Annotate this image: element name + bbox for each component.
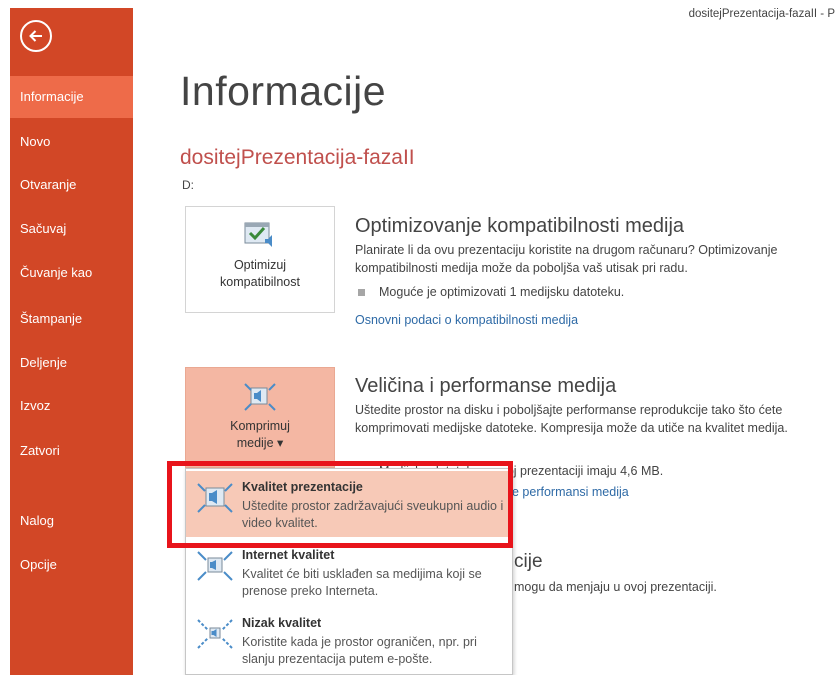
media-compress-icon — [244, 383, 276, 411]
compress-button-label-1: Komprimuj — [230, 419, 290, 433]
window-title: dositejPrezentacija-fazaII - P — [688, 8, 835, 20]
size-section-description: Uštedite prostor na disku i poboljšajte … — [355, 403, 788, 435]
option-description: Kvalitet će biti usklađen sa medijima ko… — [242, 567, 482, 598]
optimize-compatibility-button[interactable]: Optimizuj kompatibilnost — [185, 206, 335, 313]
optimize-help-link[interactable]: Osnovni podaci o kompatibilnosti medija — [355, 313, 578, 327]
document-name: dositejPrezentacija-fazaII — [180, 146, 415, 169]
optimize-button-label-2: kompatibilnost — [220, 275, 300, 289]
highlight-box — [167, 461, 513, 548]
option-title: Nizak kvalitet — [242, 616, 322, 630]
document-path: D: — [182, 178, 194, 192]
nav-otvaranje[interactable]: Otvaranje — [10, 164, 133, 206]
nav-opcije[interactable]: Opcije — [10, 544, 133, 586]
option-internet-quality[interactable]: Internet kvalitet Kvalitet će biti uskla… — [186, 539, 512, 605]
back-arrow-icon — [29, 30, 42, 42]
optimize-section-description: Planirate li da ovu prezentaciju koristi… — [355, 243, 778, 275]
nav-nalog[interactable]: Nalog — [10, 500, 133, 542]
optimize-button-label-1: Optimizuj — [233, 258, 287, 272]
nav-zatvori[interactable]: Zatvori — [10, 430, 133, 472]
internet-quality-icon — [197, 551, 233, 581]
nav-stampanje[interactable]: Štampanje — [10, 298, 133, 340]
size-help-link[interactable]: e performansi medija — [512, 485, 629, 499]
back-button[interactable] — [20, 20, 52, 52]
nav-informacije[interactable]: Informacije — [10, 76, 133, 118]
page-title: Informacije — [180, 68, 387, 114]
nav-izvoz[interactable]: Izvoz — [10, 385, 133, 427]
size-section-title: Veličina i performanse medija — [355, 375, 617, 397]
media-optimize-icon — [244, 222, 272, 247]
option-title: Internet kvalitet — [242, 548, 335, 562]
option-low-quality[interactable]: Nizak kvalitet Koristite kada je prostor… — [186, 607, 512, 673]
nav-novo[interactable]: Novo — [10, 121, 133, 163]
nav-cuvanje-kao[interactable]: Čuvanje kao — [10, 252, 133, 294]
bullet-square-icon — [358, 289, 365, 297]
option-description: Koristite kada je prostor ograničen, npr… — [242, 635, 477, 666]
backstage-sidebar: Informacije Novo Otvaranje Sačuvaj Čuvan… — [10, 8, 133, 675]
optimize-bullet-text: Moguće je optimizovati 1 medijsku datote… — [379, 285, 625, 299]
nav-deljenje[interactable]: Deljenje — [10, 342, 133, 384]
compress-media-button[interactable]: Komprimuj medije ▾ — [185, 367, 335, 468]
optimize-section-title: Optimizovanje kompatibilnosti medija — [355, 215, 685, 237]
section3-title: cije — [514, 551, 543, 572]
low-quality-icon — [197, 619, 233, 649]
nav-sacuvaj[interactable]: Sačuvaj — [10, 208, 133, 250]
optimize-bullet: Moguće je optimizovati 1 medijsku datote… — [358, 285, 624, 299]
section3-description: mogu da menjaju u ovoj prezentaciji. — [514, 580, 717, 594]
compress-button-label-2: medije ▾ — [236, 436, 284, 450]
